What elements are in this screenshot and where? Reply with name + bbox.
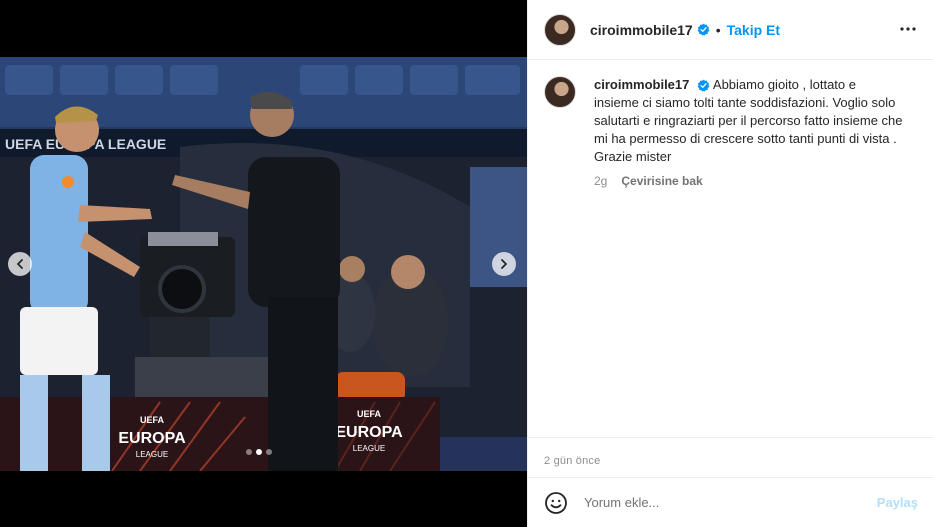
verified-badge-icon — [697, 79, 710, 92]
board-left-line2: EUROPA — [118, 430, 186, 447]
comment-input[interactable] — [584, 495, 854, 510]
follow-button[interactable]: Takip Et — [727, 22, 780, 38]
emoji-icon[interactable] — [544, 491, 568, 515]
see-translation-button[interactable]: Çevirisine bak — [621, 174, 702, 188]
post-details-panel: ciroimmobile17 • Takip Et ciroimmobile17… — [527, 0, 933, 527]
carousel-next-button[interactable] — [492, 252, 516, 276]
author-username[interactable]: ciroimmobile17 — [590, 22, 693, 38]
caption-avatar[interactable] — [544, 76, 576, 108]
author-avatar[interactable] — [544, 13, 576, 46]
comment-bar: Paylaş — [528, 477, 933, 527]
post-date[interactable]: 2 gün önce — [544, 455, 600, 467]
post-date-row: 2 gün önce — [528, 437, 933, 475]
chevron-left-icon — [17, 259, 23, 269]
post-comment-button[interactable]: Paylaş — [877, 495, 918, 510]
post-header: ciroimmobile17 • Takip Et — [528, 0, 933, 60]
caption-text: ciroimmobile17 Abbiamo gioito , lottato … — [594, 76, 904, 166]
board-right-line3: LEAGUE — [353, 444, 385, 453]
caption-username[interactable]: ciroimmobile17 — [594, 77, 689, 92]
board-left-line3: LEAGUE — [136, 450, 168, 459]
caption-age[interactable]: 2g — [594, 174, 607, 188]
header-separator: • — [715, 21, 721, 38]
caption: ciroimmobile17 Abbiamo gioito , lottato … — [528, 60, 933, 188]
carousel-indicator — [246, 449, 272, 455]
carousel-dot-active — [256, 449, 262, 455]
caption-meta: 2g Çevirisine bak — [594, 174, 904, 188]
post-photo: UEFA EUROPA LEAGUE UEF — [0, 57, 527, 471]
stadium-scene: UEFA EUROPA LEAGUE UEF — [0, 57, 527, 471]
board-right-line1: UEFA — [357, 409, 382, 419]
verified-badge-icon — [697, 23, 710, 36]
carousel-dot — [246, 449, 252, 455]
post-media: UEFA EUROPA LEAGUE UEF — [0, 0, 527, 527]
carousel-prev-button[interactable] — [8, 252, 32, 276]
caption-body: ciroimmobile17 Abbiamo gioito , lottato … — [594, 76, 904, 188]
more-options-icon[interactable] — [899, 20, 917, 38]
board-right-line2: EUROPA — [335, 424, 403, 441]
board-left-line1: UEFA — [140, 415, 165, 425]
carousel-dot — [266, 449, 272, 455]
chevron-right-icon — [501, 259, 507, 269]
